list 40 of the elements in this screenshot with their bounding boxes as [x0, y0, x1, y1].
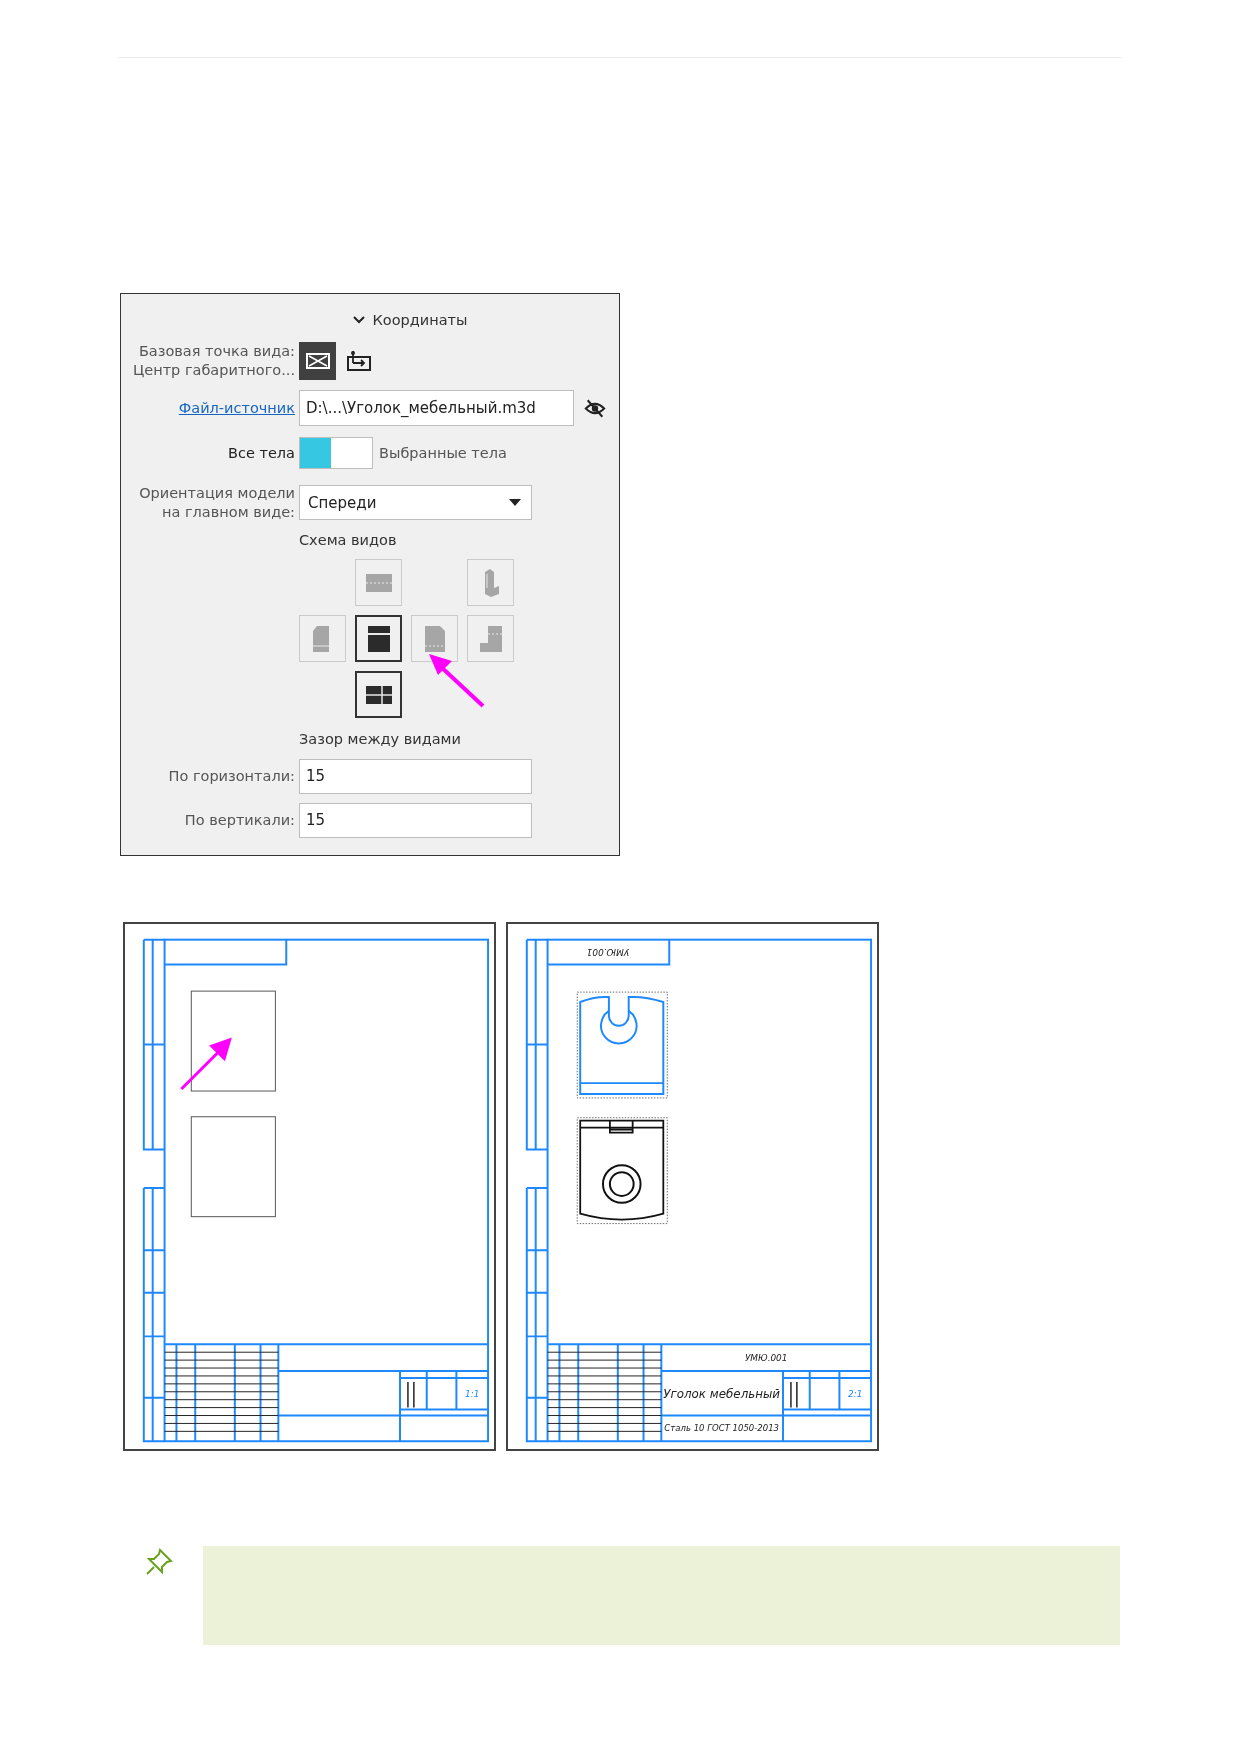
- crossed-box-icon: [305, 352, 330, 370]
- scale-text: 2:1: [848, 1388, 863, 1399]
- center-point-button[interactable]: [299, 342, 336, 380]
- pushpin-icon: [145, 1548, 173, 1576]
- pointer-arrow: [427, 651, 487, 709]
- field-label: Ориентация модели: [139, 483, 295, 503]
- group-title: Схема видов: [299, 532, 397, 548]
- dropdown-arrow-icon: [509, 499, 521, 506]
- rear-view-icon: [479, 625, 502, 652]
- file-path-field[interactable]: D:\...\Уголок_мебельный.m3d: [299, 390, 574, 426]
- left-view-icon: [312, 625, 329, 652]
- front-view-icon: [366, 625, 391, 652]
- bottom-view-icon: [364, 684, 393, 705]
- source-file-link[interactable]: Файл-источник: [178, 400, 295, 416]
- isometric-view-icon: [484, 568, 499, 597]
- toggle-label: Выбранные тела: [379, 443, 507, 463]
- view-scheme-button[interactable]: [355, 671, 402, 718]
- eye-crossed-icon[interactable]: [584, 398, 606, 418]
- scale-text: 1:1: [465, 1388, 480, 1399]
- chevron-icon[interactable]: [352, 316, 365, 324]
- material-text: Сталь 10 ГОСТ 1050-2013: [664, 1423, 784, 1434]
- toggle-switch[interactable]: [299, 437, 373, 469]
- toggle-label: Все тела: [228, 443, 295, 463]
- designation-text: УМЮ.001: [744, 1353, 788, 1364]
- stamp-text: УМЮ.001: [586, 946, 630, 957]
- number-field[interactable]: 15: [299, 758, 532, 794]
- part-name: Уголок мебельный: [663, 1386, 790, 1402]
- group-title: Зазор между видами: [299, 731, 461, 747]
- field-label: на главном виде:: [162, 502, 295, 522]
- section-title: Координаты: [372, 312, 468, 328]
- right-view-icon: [424, 625, 445, 652]
- base-point-icon: [346, 350, 371, 372]
- field-label: Базовая точка вида:: [138, 342, 295, 361]
- view-scheme-button[interactable]: [355, 615, 402, 662]
- top-view-icon: [365, 573, 392, 592]
- field-label: Центр габаритного...: [133, 361, 295, 380]
- field-label: По вертикали:: [184, 810, 295, 830]
- orientation-dropdown[interactable]: Спереди: [299, 485, 532, 520]
- number-field[interactable]: 15: [299, 802, 532, 838]
- field-label: По горизонтали:: [168, 766, 295, 786]
